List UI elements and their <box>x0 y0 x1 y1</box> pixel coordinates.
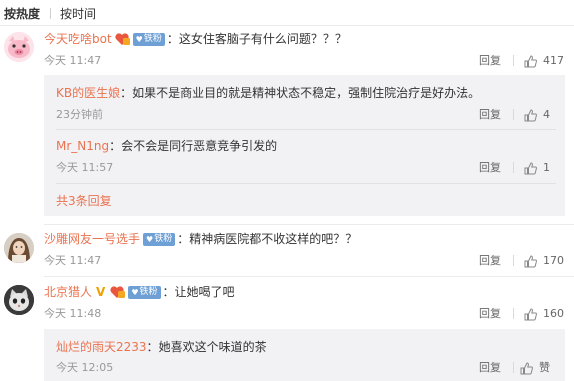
sort-tabs: 按热度 按时间 <box>4 4 96 22</box>
comment-time: 今天 11:47 <box>44 254 102 267</box>
girl-avatar[interactable] <box>4 233 34 263</box>
action-divider <box>513 362 514 373</box>
reply-text: 会不会是同行恶意竞争引发的 <box>121 139 278 153</box>
more-replies-link[interactable]: 共3条回复 <box>56 192 112 209</box>
action-divider <box>513 55 514 66</box>
thumbs-up-icon <box>524 108 537 121</box>
like-count: 160 <box>543 307 564 320</box>
reply-username[interactable]: KB的医生娘 <box>56 85 120 101</box>
reply-button[interactable]: 回复 <box>479 307 501 321</box>
comment-3-line: 北京猎人 V ♥ 铁粉 ： 让她喝了吧 <box>44 284 235 300</box>
thumbs-up-icon <box>524 307 537 320</box>
comment-text: 精神病医院都不收这样的吧？？ <box>189 232 358 246</box>
vip-heart-icon <box>109 285 126 299</box>
reply-1-line: KB的医生娘 ： 如果不是商业目的就是精神状态不稳定，强制住院治疗是好办法。 <box>56 85 481 101</box>
like-button[interactable]: 417 <box>524 54 564 68</box>
reply-button[interactable]: 回复 <box>479 108 501 122</box>
reply-button[interactable]: 回复 <box>479 361 501 375</box>
tab-divider <box>50 7 52 19</box>
like-count: 4 <box>543 108 550 121</box>
reply-divider <box>56 129 556 130</box>
thumbs-up-icon <box>520 361 533 374</box>
action-divider <box>513 308 514 319</box>
like-label: 赞 <box>539 361 550 374</box>
comment-text: 这女住客脑子有什么问题？？？ <box>178 32 347 46</box>
thumbs-up-icon <box>524 161 537 174</box>
reply-button[interactable]: 回复 <box>479 161 501 175</box>
like-count: 1 <box>543 161 550 174</box>
verified-v-icon: V <box>96 285 106 299</box>
reply-text: 她喜欢这个味道的茶 <box>158 340 267 354</box>
like-button[interactable]: 赞 <box>520 361 550 375</box>
like-count: 170 <box>543 254 564 267</box>
comment-time: 今天 11:48 <box>44 307 102 320</box>
reply-button[interactable]: 回复 <box>479 254 501 268</box>
fans-badge[interactable]: ♥ 铁粉 <box>132 32 165 46</box>
like-button[interactable]: 170 <box>524 254 564 268</box>
comment-time: 今天 11:47 <box>44 54 102 67</box>
reply-2-line: Mr_N1ng ： 会不会是同行恶意竞争引发的 <box>56 138 278 154</box>
cat-avatar[interactable] <box>4 285 34 315</box>
fans-badge[interactable]: ♥ 铁粉 <box>128 285 161 299</box>
action-divider <box>513 109 514 120</box>
comment-1-line: 今天吃啥bot ♥ 铁粉 ： 这女住客脑子有什么问题？？？ <box>44 31 347 47</box>
reply-time: 今天 12:05 <box>56 361 114 374</box>
comment-text: 让她喝了吧 <box>174 285 235 299</box>
fans-badge[interactable]: ♥ 铁粉 <box>143 232 176 246</box>
action-divider <box>513 255 514 266</box>
vip-heart-icon <box>114 32 130 46</box>
comment-divider <box>44 224 574 225</box>
comment-username[interactable]: 今天吃啥bot <box>44 31 112 47</box>
thumbs-up-icon <box>524 254 537 267</box>
comment-2-line: 沙雕网友一号选手 ♥ 铁粉 ： 精神病医院都不收这样的吧？？ <box>44 231 358 247</box>
reply-divider <box>56 183 556 184</box>
reply-time: 23分钟前 <box>56 108 103 121</box>
reply-time: 今天 11:57 <box>56 161 114 174</box>
like-button[interactable]: 4 <box>524 108 550 122</box>
reply-3-line: 灿烂的雨天2233 ： 她喜欢这个味道的茶 <box>56 339 267 355</box>
reply-username[interactable]: 灿烂的雨天2233 <box>56 339 147 355</box>
action-divider <box>513 162 514 173</box>
thumbs-up-icon <box>524 54 537 67</box>
like-count: 417 <box>543 54 564 67</box>
pig-avatar[interactable] <box>4 32 34 62</box>
comment-divider <box>44 276 574 277</box>
reply-text: 如果不是商业目的就是精神状态不稳定，强制住院治疗是好办法。 <box>132 86 481 100</box>
tabs-divider <box>0 25 574 26</box>
reply-button[interactable]: 回复 <box>479 54 501 68</box>
comment-username[interactable]: 北京猎人 <box>44 284 92 300</box>
comment-username[interactable]: 沙雕网友一号选手 <box>44 231 140 247</box>
tab-by-hot[interactable]: 按热度 <box>4 5 40 22</box>
like-button[interactable]: 1 <box>524 161 550 175</box>
reply-username[interactable]: Mr_N1ng <box>56 138 109 154</box>
tab-by-time[interactable]: 按时间 <box>60 5 96 22</box>
like-button[interactable]: 160 <box>524 307 564 321</box>
